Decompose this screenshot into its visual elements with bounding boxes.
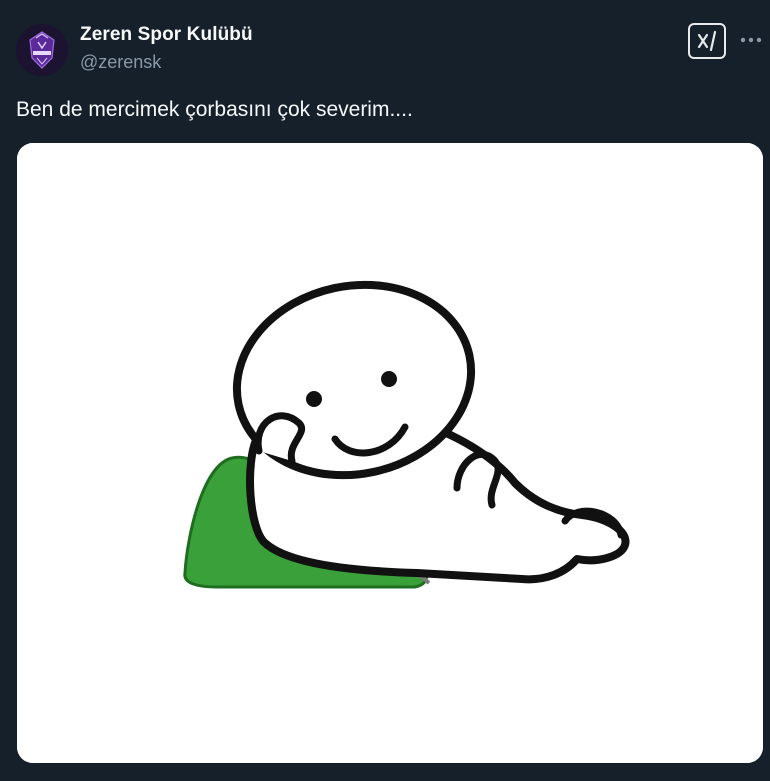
meme-illustration <box>17 143 763 763</box>
avatar[interactable] <box>16 24 68 76</box>
character-right-eye <box>381 371 397 387</box>
tweet-media-image[interactable] <box>17 143 763 763</box>
more-options-button[interactable] <box>736 22 766 58</box>
tweet-text: Ben de mercimek çorbasını çok severim...… <box>16 98 413 121</box>
author-handle[interactable]: @zerensk <box>80 52 161 73</box>
grok-icon <box>697 30 717 52</box>
grok-button[interactable] <box>688 23 726 59</box>
zeren-spor-logo-icon <box>16 24 68 76</box>
tweet-card: Zeren Spor Kulübü @zerensk Ben de mercim… <box>0 0 770 781</box>
more-horizontal-icon <box>740 37 762 43</box>
author-display-name[interactable]: Zeren Spor Kulübü <box>80 24 253 46</box>
character-left-eye <box>306 391 322 407</box>
